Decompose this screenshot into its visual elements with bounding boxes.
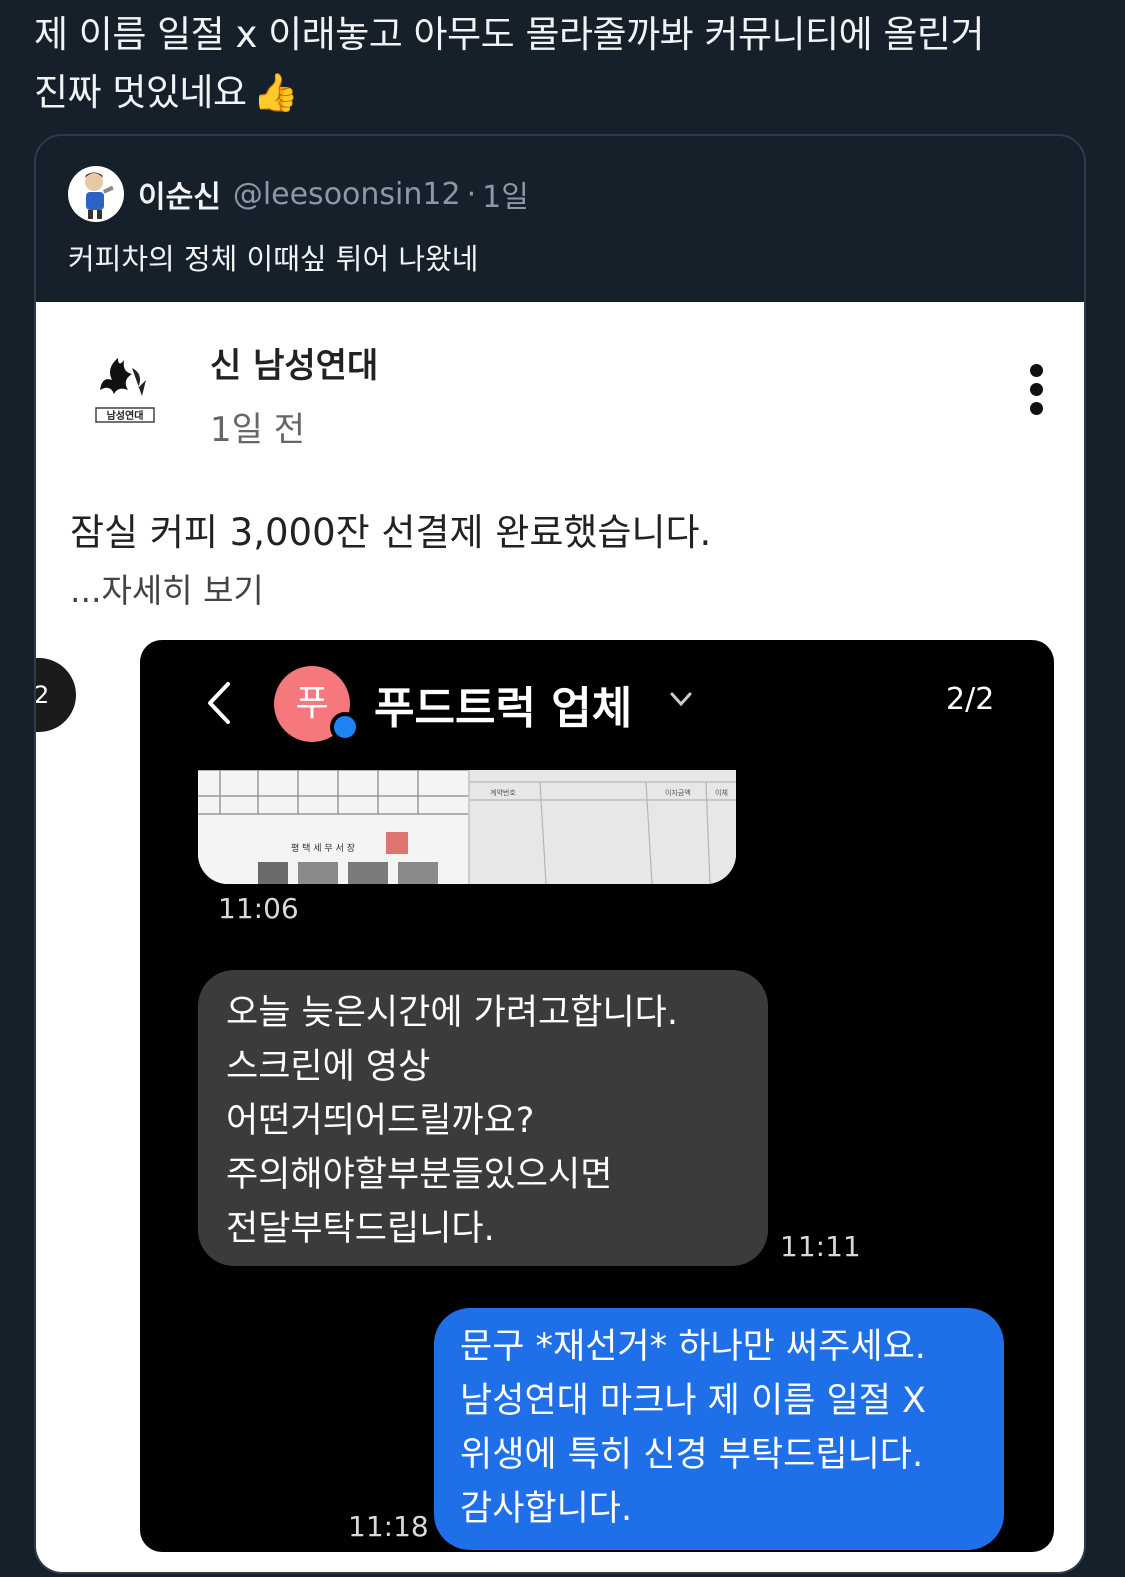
see-more-link[interactable]: ...자세히 보기 <box>70 564 264 612</box>
quoted-tweet-header: 이순신 @leesoonsin12 · 1일 <box>68 166 529 222</box>
quoted-author-handle[interactable]: @leesoonsin12 <box>233 177 461 212</box>
message-line: 주의해야할부분들있으시면 <box>226 1155 613 1195</box>
avatar-figure-icon <box>85 172 114 219</box>
tweet-text-line-2: 진짜 멋있네요 👍 <box>34 64 1094 122</box>
quoted-tweet-time[interactable]: 1일 <box>482 172 529 216</box>
message-timestamp: 11:06 <box>218 892 299 925</box>
chevron-down-icon[interactable] <box>668 686 694 712</box>
message-line: 스크린에 영상 <box>226 1047 431 1087</box>
document-image-left: 평 택 세 무 서 장 <box>198 770 470 884</box>
incoming-message-bubble[interactable]: 오늘 늦은시간에 가려고합니다. 스크린에 영상 어떤거띄어드릴까요? 주의해야… <box>198 970 768 1266</box>
quoted-tweet-text: 커피차의 정체 이때싶 튀어 나왔네 <box>68 242 479 276</box>
image-header-2: 이자금액 <box>665 788 691 797</box>
tweet-text: 제 이름 일절 x 이래놓고 아무도 몰라줄까봐 커뮤니티에 올린거 진짜 멋있… <box>34 6 1094 122</box>
outgoing-message-bubble[interactable]: 문구 *재선거* 하나만 써주세요. 남성연대 마크나 제 이름 일절 X 위생… <box>434 1308 1004 1550</box>
quoted-tweet-card[interactable]: 이순신 @leesoonsin12 · 1일 커피차의 정체 이때싶 튀어 나왔… <box>34 134 1086 1574</box>
image-attachment[interactable]: 평 택 세 무 서 장 계약번호 이자금액 이체 <box>198 770 736 884</box>
message-line: 남성연대 마크나 제 이름 일절 X <box>460 1381 927 1421</box>
post-time: 1일 전 <box>210 410 305 450</box>
message-line: 오늘 늦은시간에 가려고합니다. <box>226 993 678 1033</box>
side-badge[interactable]: 2 <box>36 658 76 732</box>
message-line: 감사합니다. <box>460 1489 633 1529</box>
message-timestamp: 11:18 <box>348 1510 429 1543</box>
logo-lettering: 남성연대 <box>107 409 144 422</box>
document-image-right: 계약번호 이자금액 이체 <box>470 770 736 884</box>
post-body: 잠실 커피 3,000잔 선결제 완료했습니다. <box>70 511 712 554</box>
message-timestamp: 11:11 <box>780 1230 861 1263</box>
more-options-icon[interactable] <box>1028 364 1044 420</box>
separator-dot: · <box>466 176 477 212</box>
message-line: 전달부탁드립니다. <box>226 1209 495 1249</box>
thumbs-up-icon: 👍 <box>252 71 299 114</box>
back-arrow-icon[interactable] <box>200 678 240 728</box>
avatar[interactable] <box>68 166 124 222</box>
community-post-screenshot[interactable]: 남성연대 신 남성연대 1일 전 잠실 커피 3,000잔 선결제 완료했습니다… <box>36 302 1084 1572</box>
tweet-text-line-2-text: 진짜 멋있네요 <box>34 71 247 114</box>
group-name[interactable]: 신 남성연대 <box>210 338 378 387</box>
verified-badge-icon <box>330 712 360 742</box>
chat-screenshot: 푸 푸드트럭 업체 2/2 평 택 세 무 서 장 계약번호 이자금액 이체 1… <box>140 640 1054 1552</box>
message-line: 위생에 특히 신경 부탁드립니다. <box>460 1435 924 1475</box>
image-header-1: 계약번호 <box>490 788 516 797</box>
image-header-3: 이체 <box>715 788 728 797</box>
page-indicator: 2/2 <box>946 682 995 717</box>
message-line: 어떤거띄어드릴까요? <box>226 1101 535 1141</box>
bank-document-graphic: 계약번호 이자금액 이체 <box>470 781 736 884</box>
chat-title[interactable]: 푸드트럭 업체 <box>374 672 632 736</box>
quoted-author-name[interactable]: 이순신 <box>138 172 221 216</box>
tweet-text-line-1: 제 이름 일절 x 이래놓고 아무도 몰라줄까봐 커뮤니티에 올린거 <box>34 13 985 56</box>
message-line: 문구 *재선거* 하나만 써주세요. <box>460 1327 926 1367</box>
image-caption: 평 택 세 무 서 장 <box>291 843 355 854</box>
tax-document-graphic: 평 택 세 무 서 장 <box>198 770 468 884</box>
group-logo-icon: 남성연대 <box>95 358 155 423</box>
